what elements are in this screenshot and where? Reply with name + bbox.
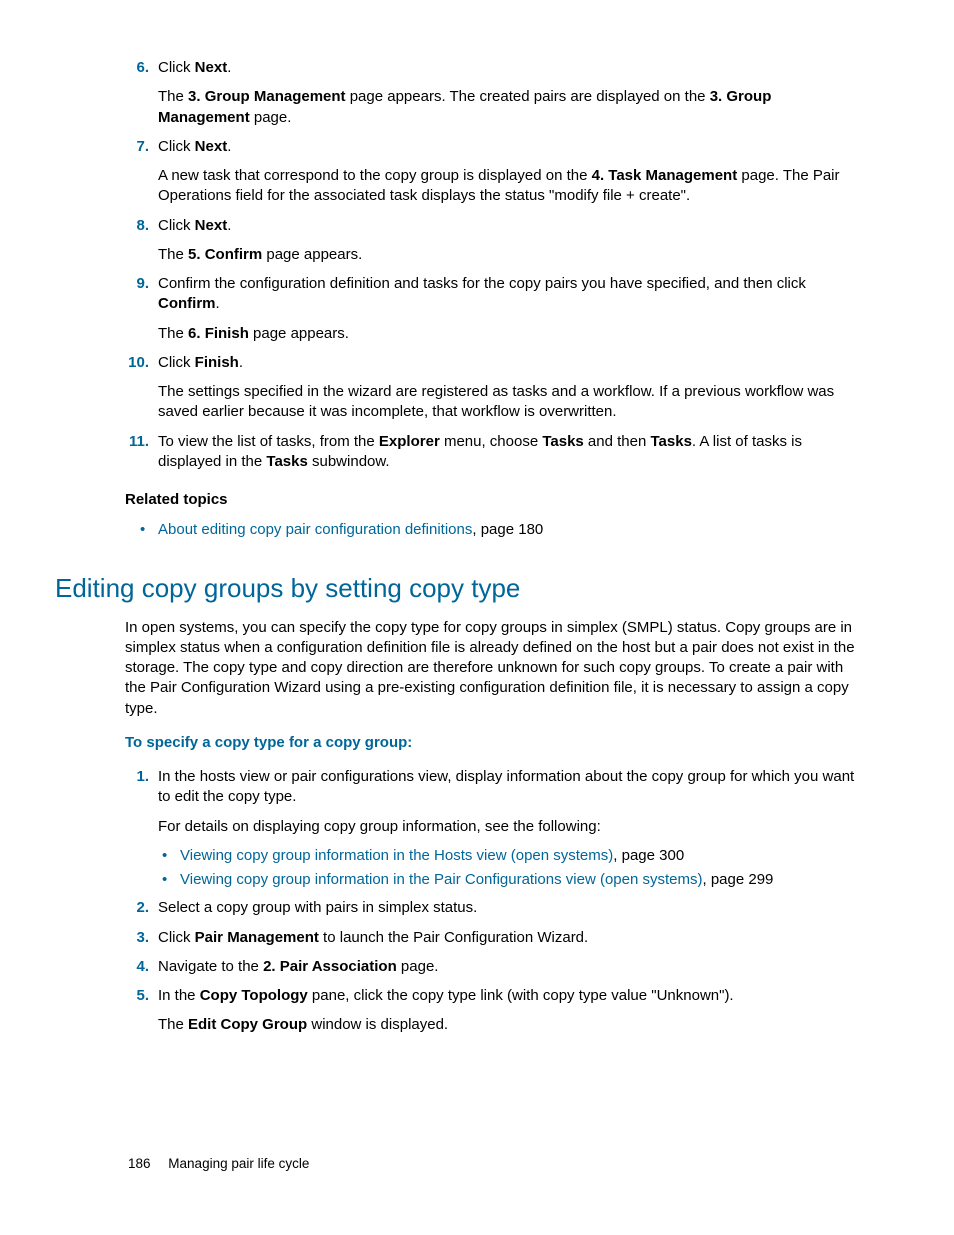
cross-reference-link[interactable]: Viewing copy group information in the Pa…: [180, 871, 702, 888]
step-number: 1.: [125, 767, 149, 787]
procedure-continued: 6. Click Next. The 3. Group Management pag…: [125, 58, 859, 541]
footer-title: Managing pair life cycle: [168, 1156, 309, 1171]
step-text: The 3. Group Management page appears. Th…: [158, 87, 859, 128]
step-item: 8. Click Next. The 5. Confirm page appears…: [125, 216, 859, 266]
sub-bullet-item: Viewing copy group information in the Ho…: [180, 846, 859, 866]
related-topic-item: About editing copy pair configuration de…: [158, 520, 859, 540]
step-item: 3. Click Pair Management to launch the Pa…: [125, 928, 859, 948]
step-text: Click Finish.: [158, 353, 859, 373]
step-number: 6.: [125, 58, 149, 78]
step-text: Click Next.: [158, 216, 859, 236]
step-text: Confirm the configuration definition and…: [158, 274, 859, 315]
step-text: For details on displaying copy group inf…: [158, 817, 859, 837]
sub-bullet-list: Viewing copy group information in the Ho…: [180, 846, 859, 891]
step-number: 5.: [125, 986, 149, 1006]
step-text: A new task that correspond to the copy g…: [158, 166, 859, 207]
step-item: 1. In the hosts view or pair configuratio…: [125, 767, 859, 890]
procedure-subheading: To specify a copy type for a copy group:: [125, 733, 859, 753]
procedure-b: 1. In the hosts view or pair configuratio…: [125, 767, 859, 1036]
step-text: The Edit Copy Group window is displayed.: [158, 1015, 859, 1035]
step-number: 4.: [125, 957, 149, 977]
step-number: 2.: [125, 898, 149, 918]
step-item: 5. In the Copy Topology pane, click the c…: [125, 986, 859, 1036]
page-footer: 186 Managing pair life cycle: [128, 1155, 309, 1173]
step-number: 7.: [125, 137, 149, 157]
step-number: 8.: [125, 216, 149, 236]
ordered-steps-a: 6. Click Next. The 3. Group Management pag…: [125, 58, 859, 472]
step-text: Click Pair Management to launch the Pair…: [158, 928, 859, 948]
section-heading: Editing copy groups by setting copy type: [55, 571, 859, 606]
related-topics-heading: Related topics: [125, 490, 859, 510]
step-text: Click Next.: [158, 58, 859, 78]
step-text: The settings specified in the wizard are…: [158, 382, 859, 423]
step-text: Click Next.: [158, 137, 859, 157]
step-item: 7. Click Next. A new task that correspond …: [125, 137, 859, 207]
step-item: 9. Confirm the configuration definition a…: [125, 274, 859, 344]
sub-bullet-item: Viewing copy group information in the Pa…: [180, 870, 859, 890]
step-text: Select a copy group with pairs in simple…: [158, 898, 859, 918]
step-text: In the hosts view or pair configurations…: [158, 767, 859, 808]
ordered-steps-b: 1. In the hosts view or pair configuratio…: [125, 767, 859, 1036]
related-topics-list: About editing copy pair configuration de…: [158, 520, 859, 540]
cross-reference-link[interactable]: Viewing copy group information in the Ho…: [180, 847, 613, 864]
step-text: To view the list of tasks, from the Expl…: [158, 432, 859, 473]
page-number: 186: [128, 1156, 151, 1171]
step-text: The 6. Finish page appears.: [158, 324, 859, 344]
step-number: 9.: [125, 274, 149, 294]
step-number: 10.: [125, 353, 149, 373]
step-text: Navigate to the 2. Pair Association page…: [158, 957, 859, 977]
step-item: 2. Select a copy group with pairs in simp…: [125, 898, 859, 918]
related-topic-link[interactable]: About editing copy pair configuration de…: [158, 521, 472, 538]
step-number: 3.: [125, 928, 149, 948]
step-text: In the Copy Topology pane, click the cop…: [158, 986, 859, 1006]
section-intro: In open systems, you can specify the cop…: [125, 618, 859, 719]
step-item: 6. Click Next. The 3. Group Management pag…: [125, 58, 859, 128]
step-item: 4. Navigate to the 2. Pair Association pa…: [125, 957, 859, 977]
step-item: 10. Click Finish. The settings specified i…: [125, 353, 859, 423]
step-item: 11. To view the list of tasks, from the E…: [125, 432, 859, 473]
step-text: The 5. Confirm page appears.: [158, 245, 859, 265]
step-number: 11.: [125, 432, 149, 452]
